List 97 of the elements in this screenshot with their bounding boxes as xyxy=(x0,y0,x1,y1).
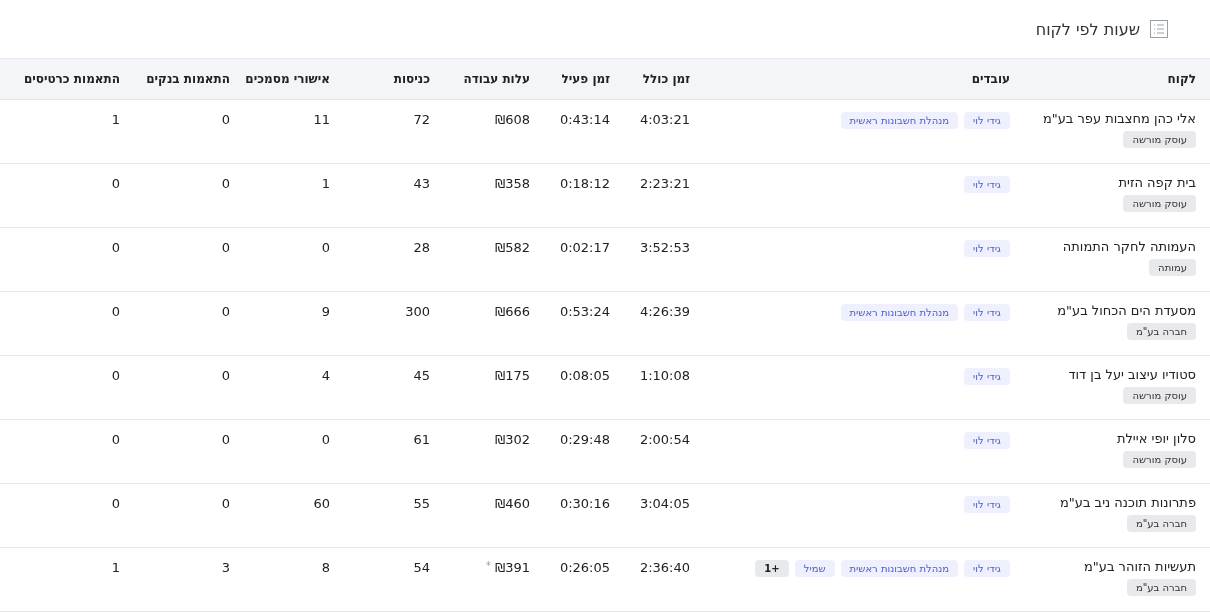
table-cell: 55 xyxy=(413,496,430,511)
employee-tag: גידי לוי xyxy=(964,240,1010,257)
table-cell: 3 xyxy=(221,560,230,575)
table-cell: 2:23:21 xyxy=(639,176,690,191)
customer-name: מסעדת הים הכחול בע"מ xyxy=(1056,303,1196,318)
table-cell: 0 xyxy=(221,368,230,383)
employee-tag: מנהלת חשבונות ראשית xyxy=(840,560,959,577)
column-header: התאמות בנקים xyxy=(134,59,244,100)
table-cell: 0:43:14 xyxy=(559,112,610,127)
table-cell: 72 xyxy=(413,112,430,127)
table-cell: 0 xyxy=(111,368,120,383)
employee-tag: גידי לוי xyxy=(964,112,1010,129)
table-cell: ₪608 xyxy=(495,112,530,127)
table-cell: ₪175 xyxy=(495,368,530,383)
list-icon xyxy=(1150,20,1168,38)
table-cell: 2:36:40 xyxy=(639,560,690,575)
table-cell: 43 xyxy=(413,176,430,191)
table-cell: 4 xyxy=(321,368,330,383)
table-cell: 0 xyxy=(221,176,230,191)
customer-name: פתרונות תוכנה ניב בע"מ xyxy=(1059,495,1196,510)
table-cell: 3:04:05 xyxy=(639,496,690,511)
table-cell: 60 xyxy=(313,496,330,511)
employee-tag: שמיל xyxy=(794,560,835,577)
business-type-tag: חברה בע"מ xyxy=(1126,323,1196,340)
business-type-tag: חברה בע"מ xyxy=(1126,579,1196,596)
customer-name: סטודיו עיצוב יעל בן דוד xyxy=(1067,367,1196,382)
table-cell: 3:52:53 xyxy=(639,240,690,255)
page-title: שעות לפי לקוח xyxy=(1035,19,1140,39)
customer-name: אלי כהן מחצבות עפר בע"מ xyxy=(1041,111,1196,126)
table-cell: 11 xyxy=(313,112,330,127)
customer-name: בית קפה הזית xyxy=(1117,175,1196,190)
table-cell: 0:18:12 xyxy=(559,176,610,191)
table-cell: 8 xyxy=(321,560,330,575)
column-header: זמן כולל xyxy=(624,59,704,100)
table-cell: 0 xyxy=(221,112,230,127)
table-cell: ₪582 xyxy=(495,240,530,255)
table-cell: 0 xyxy=(221,304,230,319)
table-cell: 0 xyxy=(221,496,230,511)
table-cell: 0:08:05 xyxy=(559,368,610,383)
table-cell: 2:00:54 xyxy=(639,432,690,447)
customer-name: העמותה לחקר התמותה xyxy=(1061,239,1196,254)
table-cell: 4:26:39 xyxy=(639,304,690,319)
table-cell: ₪460 xyxy=(495,496,530,511)
table-cell: 1:10:08 xyxy=(639,368,690,383)
column-header: כניסות xyxy=(344,59,444,100)
column-header: עלות עבודה xyxy=(444,59,544,100)
table-cell: ₪666 xyxy=(495,304,530,319)
table-cell: 0 xyxy=(111,304,120,319)
column-header: זמן פעיל xyxy=(544,59,624,100)
table-cell: 0:02:17 xyxy=(559,240,610,255)
table-cell: 0 xyxy=(111,176,120,191)
table-cell: 61 xyxy=(413,432,430,447)
employee-tag: גידי לוי xyxy=(964,432,1010,449)
customer-name: סלון יופי איילת xyxy=(1115,431,1196,446)
customer-name: תעשיות הזוהר בע"מ xyxy=(1083,559,1196,574)
table-cell: 0:26:05 xyxy=(559,560,610,575)
business-type-tag: עוסק מורשה xyxy=(1123,195,1196,212)
employee-tag: גידי לוי xyxy=(964,496,1010,513)
employee-tag: מנהלת חשבונות ראשית xyxy=(840,112,959,129)
table-cell: 9 xyxy=(321,304,330,319)
employee-tag: גידי לוי xyxy=(964,304,1010,321)
business-type-tag: עוסק מורשה xyxy=(1123,131,1196,148)
table-cell: 1 xyxy=(111,112,120,127)
table-cell: ₪302 xyxy=(495,432,530,447)
table-cell: 0:30:16 xyxy=(559,496,610,511)
estimate-mark: * xyxy=(486,560,491,571)
table-cell: 0 xyxy=(111,240,120,255)
table-cell: 45 xyxy=(413,368,430,383)
column-header: עובדים xyxy=(704,59,1024,100)
column-header: התאמות כרטיסים xyxy=(0,59,134,100)
table-cell: 0 xyxy=(321,240,330,255)
column-header: לקוח xyxy=(1024,59,1210,100)
table-cell: ₪391 xyxy=(495,560,530,575)
table-cell: 0 xyxy=(111,432,120,447)
employee-tag: גידי לוי xyxy=(964,560,1010,577)
employee-tag: גידי לוי xyxy=(964,176,1010,193)
table-cell: 0 xyxy=(221,240,230,255)
table-cell: 0:53:24 xyxy=(559,304,610,319)
table-cell: 0 xyxy=(321,432,330,447)
business-type-tag: חברה בע"מ xyxy=(1126,515,1196,532)
table-cell: 0 xyxy=(221,432,230,447)
table-cell: 0 xyxy=(111,496,120,511)
table-cell: 28 xyxy=(413,240,430,255)
more-employees-badge: +1 xyxy=(755,560,789,577)
table-cell: 54 xyxy=(413,560,430,575)
table-cell: 1 xyxy=(321,176,330,191)
employee-tag: מנהלת חשבונות ראשית xyxy=(840,304,959,321)
employee-tag: גידי לוי xyxy=(964,368,1010,385)
business-type-tag: עוסק מורשה xyxy=(1123,451,1196,468)
table-cell: ₪358 xyxy=(495,176,530,191)
business-type-tag: עוסק מורשה xyxy=(1123,387,1196,404)
table-cell: 300 xyxy=(405,304,430,319)
column-header: אישורי מסמכים xyxy=(244,59,344,100)
business-type-tag: עמותה xyxy=(1149,259,1196,276)
table-cell: 1 xyxy=(111,560,120,575)
table-cell: 0:29:48 xyxy=(559,432,610,447)
table-cell: 4:03:21 xyxy=(639,112,690,127)
